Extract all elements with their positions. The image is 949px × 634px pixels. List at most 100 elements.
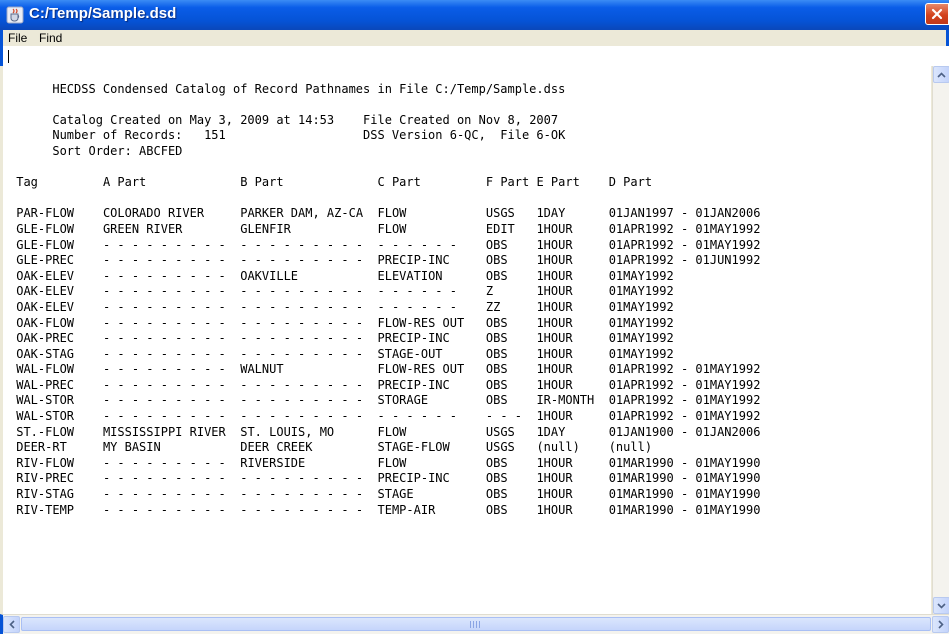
- table-cell: GREEN RIVER: [102, 221, 241, 236]
- table-cell: 01MAY1992: [608, 268, 674, 283]
- table-cell: - - - - - - - - -: [102, 502, 241, 517]
- table-row[interactable]: GLE-FLOW GREEN RIVER GLENFIR FLOW EDIT 1…: [9, 222, 760, 238]
- arrow-left-icon: [8, 620, 15, 629]
- table-row[interactable]: WAL-PREC - - - - - - - - - - - - - - - -…: [9, 378, 760, 394]
- table-row[interactable]: OAK-FLOW - - - - - - - - - - - - - - - -…: [9, 316, 760, 332]
- scroll-left-button[interactable]: [3, 616, 20, 633]
- arrow-right-icon: [937, 620, 944, 629]
- table-cell: - - - - - - - - -: [240, 471, 378, 486]
- table-cell: MISSISSIPPI RIVER: [102, 424, 241, 439]
- title-bar[interactable]: C:/Temp/Sample.dsd: [0, 0, 949, 30]
- table-cell: 1HOUR: [536, 409, 609, 424]
- table-cell: 01APR1992 - 01MAY1992: [608, 393, 761, 408]
- java-cup-icon: [6, 6, 24, 24]
- table-cell: WALNUT: [240, 362, 378, 377]
- table-cell: ST.-FLOW: [16, 424, 103, 439]
- close-button[interactable]: [925, 3, 949, 25]
- table-cell: FLOW-RES OUT: [377, 362, 486, 377]
- table-cell: 01JAN1997 - 01JAN2006: [608, 206, 761, 221]
- table-cell: RIVERSIDE: [240, 455, 378, 470]
- catalog-heading: HECDSS Condensed Catalog of Record Pathn…: [52, 81, 566, 96]
- scroll-up-button[interactable]: [933, 66, 949, 83]
- table-row[interactable]: OAK-PREC - - - - - - - - - - - - - - - -…: [9, 331, 760, 347]
- table-cell: - - - - - -: [377, 409, 486, 424]
- table-cell: - - - - - - - - -: [102, 315, 241, 330]
- table-cell: 1HOUR: [536, 455, 609, 470]
- text-area-top[interactable]: [0, 46, 949, 66]
- table-cell: - - - - - - - - -: [102, 362, 241, 377]
- table-cell: - - - - - - - - -: [102, 299, 241, 314]
- table-cell: OAK-ELEV: [16, 284, 103, 299]
- table-cell: - - - - - - - - -: [240, 377, 378, 392]
- table-row[interactable]: RIV-PREC - - - - - - - - - - - - - - - -…: [9, 471, 760, 487]
- table-cell: 01APR1992 - 01MAY1992: [608, 377, 761, 392]
- catalog-text-area[interactable]: HECDSS Condensed Catalog of Record Pathn…: [3, 66, 931, 614]
- table-row[interactable]: PAR-FLOW COLORADO RIVER PARKER DAM, AZ-C…: [9, 206, 760, 222]
- file-created: File Created on Nov 8, 2007: [363, 112, 559, 127]
- table-row[interactable]: WAL-FLOW - - - - - - - - - WALNUT FLOW-R…: [9, 362, 760, 378]
- table-row[interactable]: OAK-ELEV - - - - - - - - - OAKVILLE ELEV…: [9, 269, 760, 285]
- table-cell: 1HOUR: [536, 315, 609, 330]
- table-cell: - - - - - - - - -: [102, 487, 241, 502]
- scroll-down-button[interactable]: [933, 597, 949, 614]
- vertical-scrollbar[interactable]: [932, 66, 949, 614]
- table-row[interactable]: DEER-RT MY BASIN DEER CREEK STAGE-FLOW U…: [9, 440, 760, 456]
- table-cell: - - - - - - - - -: [240, 315, 378, 330]
- horizontal-scroll-thumb[interactable]: [21, 617, 931, 631]
- table-cell: 1HOUR: [536, 331, 609, 346]
- table-cell: (null): [536, 440, 609, 455]
- arrow-up-icon: [937, 71, 946, 78]
- table-cell: 01APR1992 - 01MAY1992: [608, 237, 761, 252]
- table-cell: 01MAY1992: [608, 284, 674, 299]
- table-cell: RIV-PREC: [16, 471, 103, 486]
- scroll-right-button[interactable]: [932, 616, 949, 633]
- column-header: E Part: [536, 175, 609, 190]
- table-row[interactable]: GLE-PREC - - - - - - - - - - - - - - - -…: [9, 253, 760, 269]
- table-cell: WAL-PREC: [16, 377, 103, 392]
- table-row[interactable]: RIV-FLOW - - - - - - - - - RIVERSIDE FLO…: [9, 456, 760, 472]
- table-cell: STAGE-FLOW: [377, 440, 486, 455]
- table-cell: - - - - - - - - -: [240, 253, 378, 268]
- table-row[interactable]: OAK-ELEV - - - - - - - - - - - - - - - -…: [9, 284, 760, 300]
- table-cell: - - -: [485, 409, 537, 424]
- table-cell: - - - - - - - - -: [102, 409, 241, 424]
- table-cell: OBS: [485, 315, 537, 330]
- table-cell: GLE-FLOW: [16, 221, 103, 236]
- table-cell: - - - - - - - - -: [102, 346, 241, 361]
- menu-find[interactable]: Find: [36, 31, 65, 45]
- table-row[interactable]: OAK-ELEV - - - - - - - - - - - - - - - -…: [9, 300, 760, 316]
- table-cell: - - - - - - - - -: [102, 393, 241, 408]
- horizontal-scrollbar[interactable]: [0, 614, 949, 634]
- table-cell: - - - - - -: [377, 299, 486, 314]
- table-row[interactable]: OAK-STAG - - - - - - - - - - - - - - - -…: [9, 347, 760, 363]
- records-label: Number of Records:: [52, 128, 205, 143]
- table-cell: OBS: [485, 377, 537, 392]
- table-cell: - - - - - - - - -: [240, 346, 378, 361]
- table-cell: - - - - - - - - -: [240, 331, 378, 346]
- table-cell: OBS: [485, 253, 537, 268]
- table-cell: STORAGE: [377, 393, 486, 408]
- menu-file[interactable]: File: [5, 31, 30, 45]
- table-cell: FLOW-RES OUT: [377, 315, 486, 330]
- table-cell: PAR-FLOW: [16, 206, 103, 221]
- table-row[interactable]: RIV-TEMP - - - - - - - - - - - - - - - -…: [9, 503, 760, 519]
- window-title: C:/Temp/Sample.dsd: [29, 5, 177, 22]
- table-cell: OAK-PREC: [16, 331, 103, 346]
- table-cell: USGS: [485, 440, 537, 455]
- table-row[interactable]: WAL-STOR - - - - - - - - - - - - - - - -…: [9, 409, 760, 425]
- table-row[interactable]: RIV-STAG - - - - - - - - - - - - - - - -…: [9, 487, 760, 503]
- table-cell: DEER CREEK: [240, 440, 378, 455]
- table-cell: 1HOUR: [536, 502, 609, 517]
- table-cell: - - - - - - - - -: [240, 284, 378, 299]
- table-cell: ELEVATION: [377, 268, 486, 283]
- table-row[interactable]: ST.-FLOW MISSISSIPPI RIVER ST. LOUIS, MO…: [9, 425, 760, 441]
- table-cell: STAGE-OUT: [377, 346, 486, 361]
- table-cell: 1HOUR: [536, 346, 609, 361]
- table-cell: OAK-ELEV: [16, 268, 103, 283]
- table-cell: COLORADO RIVER: [102, 206, 241, 221]
- menu-bar: File Find: [0, 30, 949, 46]
- table-cell: GLE-FLOW: [16, 237, 103, 252]
- table-row[interactable]: GLE-FLOW - - - - - - - - - - - - - - - -…: [9, 238, 760, 254]
- table-row[interactable]: WAL-STOR - - - - - - - - - - - - - - - -…: [9, 393, 760, 409]
- table-cell: IR-MONTH: [536, 393, 609, 408]
